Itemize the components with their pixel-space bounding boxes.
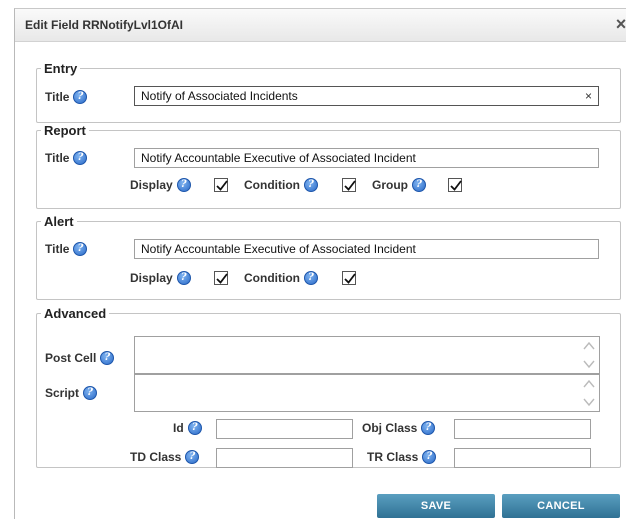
id-label-text: Id <box>173 421 184 435</box>
help-icon[interactable]: ? <box>83 386 98 400</box>
script-label: Script ? <box>45 383 98 403</box>
help-icon[interactable]: ? <box>100 351 115 365</box>
entry-section: Entry Title ? Notify of Associated Incid… <box>36 61 621 123</box>
save-button[interactable]: SAVE <box>377 494 495 518</box>
td-class-label-text: TD Class <box>130 450 182 464</box>
help-icon[interactable]: ? <box>303 271 318 285</box>
post-cell-label-text: Post Cell <box>45 351 97 365</box>
advanced-section: Advanced Post Cell ? Script ? Id ? Obj C… <box>36 306 621 468</box>
report-display-label-text: Display <box>130 178 173 192</box>
checkmark-icon <box>216 273 228 284</box>
checkmark-icon <box>216 180 228 191</box>
alert-section: Alert Title ? Notify Accountable Executi… <box>36 214 621 300</box>
script-label-text: Script <box>45 386 80 400</box>
report-condition-checkbox[interactable] <box>342 178 356 192</box>
report-display-checkbox[interactable] <box>214 178 228 192</box>
edit-field-dialog: Edit Field RRNotifyLvl1OfAI × Entry Titl… <box>14 8 626 519</box>
report-title-value: Notify Accountable Executive of Associat… <box>141 151 416 165</box>
alert-title-label: Title ? <box>45 239 88 259</box>
help-icon[interactable]: ? <box>73 151 88 165</box>
report-group-checkbox[interactable] <box>448 178 462 192</box>
help-icon[interactable]: ? <box>185 450 200 464</box>
report-group-label: Group ? <box>372 175 426 195</box>
checkmark-icon <box>450 180 462 191</box>
close-icon[interactable]: × <box>613 15 626 33</box>
obj-class-input[interactable] <box>454 419 591 439</box>
entry-legend: Entry <box>44 61 78 76</box>
post-cell-label: Post Cell ? <box>45 348 115 368</box>
td-class-input[interactable] <box>216 448 353 468</box>
entry-title-label-text: Title <box>45 90 70 104</box>
tr-class-label-text: TR Class <box>367 450 419 464</box>
help-icon[interactable]: ? <box>176 178 191 192</box>
entry-title-value: Notify of Associated Incidents <box>141 89 298 103</box>
advanced-legend: Advanced <box>44 306 107 321</box>
report-title-input[interactable]: Notify Accountable Executive of Associat… <box>134 148 599 168</box>
help-icon[interactable]: ? <box>176 271 191 285</box>
scroll-arrows-icon <box>583 379 595 407</box>
scroll-arrows-icon <box>583 341 595 369</box>
report-display-label: Display ? <box>130 175 191 195</box>
tr-class-input[interactable] <box>454 448 591 468</box>
help-icon[interactable]: ? <box>187 421 202 435</box>
obj-class-label-text: Obj Class <box>362 421 418 435</box>
dialog-title: Edit Field RRNotifyLvl1OfAI <box>25 18 184 32</box>
entry-title-input[interactable]: Notify of Associated Incidents × <box>134 86 599 106</box>
id-label: Id ? <box>173 418 202 438</box>
report-section: Report Title ? Notify Accountable Execut… <box>36 123 621 209</box>
tr-class-label: TR Class ? <box>367 447 437 467</box>
report-condition-label-text: Condition <box>244 178 300 192</box>
alert-title-input[interactable]: Notify Accountable Executive of Associat… <box>134 239 599 259</box>
clear-icon[interactable]: × <box>585 87 592 105</box>
report-group-label-text: Group <box>372 178 408 192</box>
td-class-label: TD Class ? <box>130 447 200 467</box>
help-icon[interactable]: ? <box>422 450 437 464</box>
report-title-label: Title ? <box>45 148 88 168</box>
script-textarea[interactable] <box>134 374 600 412</box>
help-icon[interactable]: ? <box>73 242 88 256</box>
alert-display-label: Display ? <box>130 268 191 288</box>
help-icon[interactable]: ? <box>421 421 436 435</box>
post-cell-scrollbar[interactable] <box>582 339 596 371</box>
help-icon[interactable]: ? <box>303 178 318 192</box>
script-scrollbar[interactable] <box>582 377 596 409</box>
report-condition-label: Condition ? <box>244 175 318 195</box>
post-cell-textarea[interactable] <box>134 336 600 374</box>
report-legend: Report <box>44 123 86 138</box>
obj-class-label: Obj Class ? <box>362 418 436 438</box>
dialog-titlebar[interactable]: Edit Field RRNotifyLvl1OfAI × <box>15 9 626 42</box>
alert-title-label-text: Title <box>45 242 70 256</box>
alert-condition-label: Condition ? <box>244 268 318 288</box>
alert-title-value: Notify Accountable Executive of Associat… <box>141 242 416 256</box>
alert-display-checkbox[interactable] <box>214 271 228 285</box>
checkmark-icon <box>344 273 356 284</box>
cancel-button[interactable]: CANCEL <box>502 494 620 518</box>
alert-condition-label-text: Condition <box>244 271 300 285</box>
entry-title-label: Title ? <box>45 87 88 107</box>
alert-condition-checkbox[interactable] <box>342 271 356 285</box>
id-input[interactable] <box>216 419 353 439</box>
help-icon[interactable]: ? <box>412 178 426 192</box>
report-title-label-text: Title <box>45 151 70 165</box>
help-icon[interactable]: ? <box>73 90 88 104</box>
alert-legend: Alert <box>44 214 74 229</box>
alert-display-label-text: Display <box>130 271 173 285</box>
checkmark-icon <box>344 180 356 191</box>
